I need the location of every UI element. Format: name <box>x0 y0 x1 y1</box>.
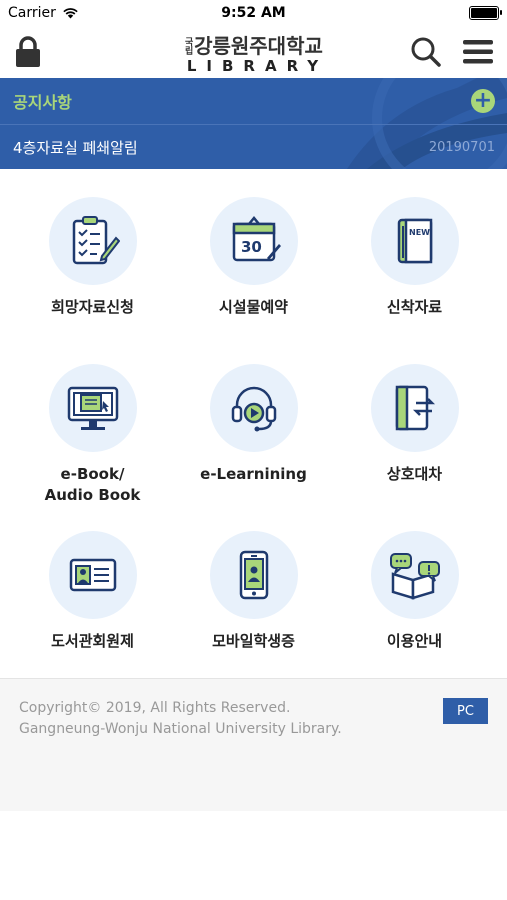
menu-label-new-arrivals: 신착자료 <box>386 298 443 316</box>
footer: Copyright© 2019, All Rights Reserved. Ga… <box>0 679 507 811</box>
ebook-monitor-icon <box>67 386 118 430</box>
logo-small-text: 국립 <box>184 37 194 57</box>
logo-english-text: LIBRARY <box>186 57 329 75</box>
menu-label-interlibrary: 상호대차 <box>386 465 443 483</box>
calendar-30-icon: 30 <box>232 216 281 262</box>
notice-banner: 공지사항 + 4층자료실 폐쇄알림 20190701 <box>0 78 507 169</box>
library-logo[interactable]: 국립강릉원주대학교 LIBRARY <box>179 30 328 75</box>
notice-header: 공지사항 + <box>0 78 507 125</box>
menu-item-new-arrivals[interactable]: NEW 신착자료 <box>334 197 495 364</box>
menu-label-membership: 도서관회원제 <box>51 632 134 650</box>
lock-icon[interactable] <box>14 36 42 68</box>
copyright-text: Copyright© 2019, All Rights Reserved. Ga… <box>19 698 342 740</box>
copyright-line1: Copyright© 2019, All Rights Reserved. <box>19 700 291 716</box>
battery-icon <box>469 6 502 20</box>
svg-text:NEW: NEW <box>409 228 430 237</box>
menu-label-request: 희망자료신청 <box>51 298 134 316</box>
book-exchange-icon <box>395 385 435 431</box>
menu-label-ebook-line2: Audio Book <box>44 486 141 504</box>
menu-item-request[interactable]: 희망자료신청 <box>12 197 173 364</box>
menu-label-elearning: e-Learnining <box>200 465 307 483</box>
hamburger-menu-icon[interactable] <box>463 39 493 65</box>
clock: 9:52 AM <box>221 5 286 21</box>
menu-grid: 희망자료신청 30 시설물예약 NEW 신착자료 e-Book/ Audio B… <box>0 197 507 698</box>
notice-title[interactable]: 공지사항 <box>13 89 72 113</box>
request-checklist-icon <box>72 216 120 265</box>
menu-label-mobile-id: 모바일학생증 <box>212 632 295 650</box>
mobile-id-icon <box>239 550 268 600</box>
copyright-line2: Gangneung-Wonju National University Libr… <box>19 721 342 737</box>
notice-item[interactable]: 4층자료실 폐쇄알림 20190701 <box>0 125 507 169</box>
app-header: 국립강릉원주대학교 LIBRARY <box>0 26 507 78</box>
menu-item-mobile-id[interactable]: 모바일학생증 <box>173 531 334 698</box>
menu-item-interlibrary[interactable]: 상호대차 <box>334 364 495 531</box>
headset-play-icon <box>231 386 276 432</box>
menu-item-guide[interactable]: 이용안내 <box>334 531 495 698</box>
menu-label-guide: 이용안내 <box>386 632 443 650</box>
search-icon[interactable] <box>411 37 441 67</box>
notice-item-date: 20190701 <box>428 139 495 155</box>
menu-label-ebook-line1: e-Book/ <box>60 465 125 483</box>
notice-item-text[interactable]: 4층자료실 폐쇄알림 <box>13 137 138 158</box>
menu-item-facility[interactable]: 30 시설물예약 <box>173 197 334 364</box>
member-card-icon <box>69 558 116 592</box>
menu-item-membership[interactable]: 도서관회원제 <box>12 531 173 698</box>
logo-korean-text: 강릉원주대학교 <box>194 34 323 58</box>
guide-chat-book-icon <box>389 553 440 600</box>
menu-item-elearning[interactable]: e-Learnining <box>173 364 334 531</box>
menu-item-ebook[interactable]: e-Book/ Audio Book <box>12 364 173 531</box>
menu-label-facility: 시설물예약 <box>218 298 288 316</box>
new-book-icon: NEW <box>397 218 432 264</box>
pc-version-button[interactable]: PC <box>443 698 488 724</box>
plus-icon[interactable]: + <box>471 89 495 113</box>
status-bar: Carrier 9:52 AM <box>0 0 507 26</box>
svg-text:30: 30 <box>241 238 262 256</box>
menu-label-ebook: e-Book/ Audio Book <box>45 464 141 506</box>
